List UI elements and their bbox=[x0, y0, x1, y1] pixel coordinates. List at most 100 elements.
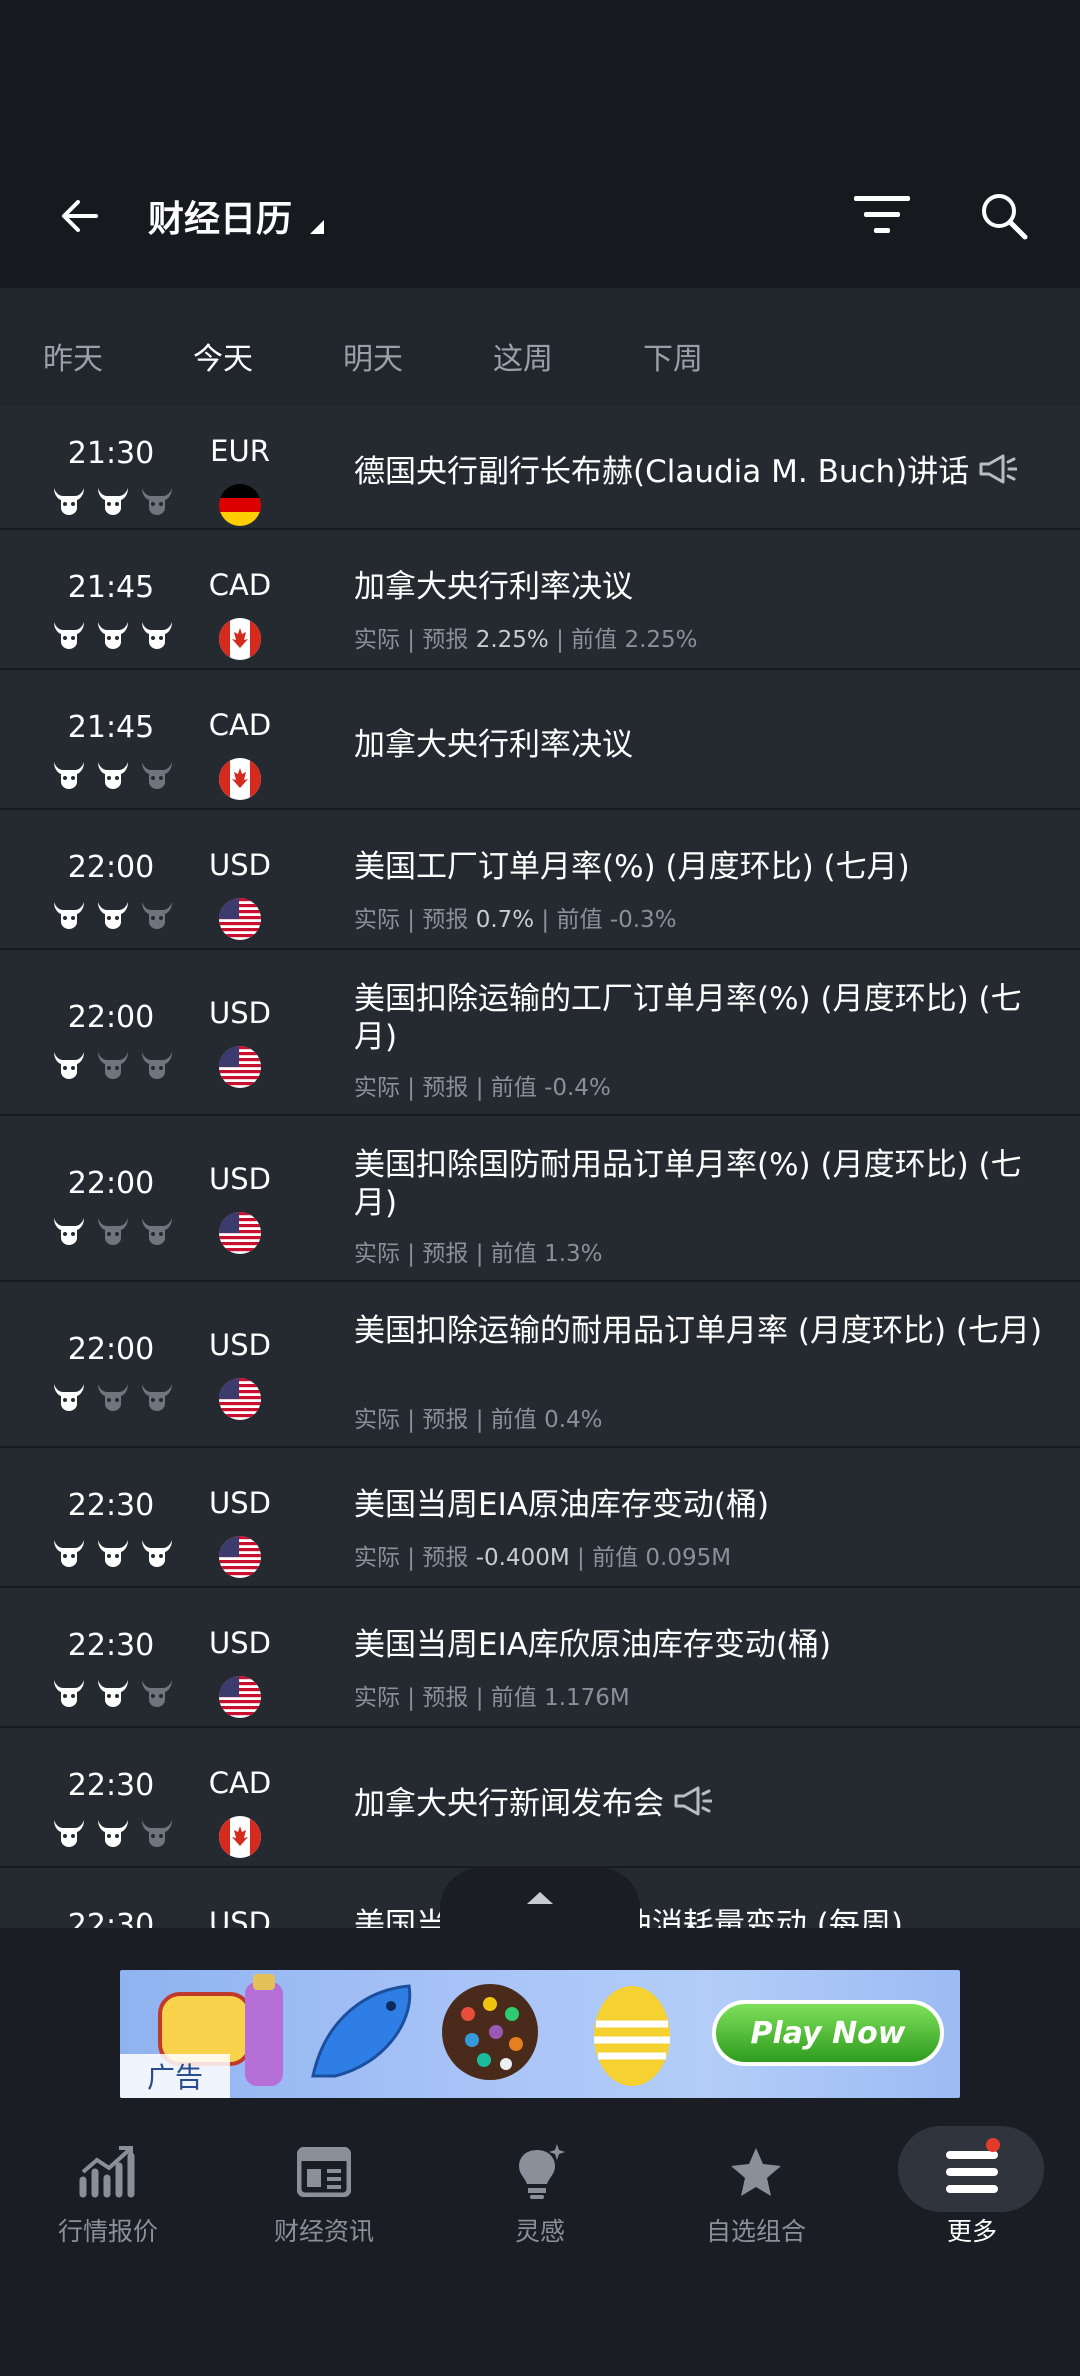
currency-code: CAD bbox=[208, 568, 272, 602]
bottom-nav: 行情报价 财经资讯 灵感 自选组合 更多 bbox=[0, 2120, 1080, 2376]
event-row[interactable]: 22:00 USD 美国扣除运输的耐用品订单月率 (月度环比) (七月) 实际 | 预… bbox=[0, 1282, 1080, 1448]
event-title: 美国当周EIA原油库存变动(桶) bbox=[354, 1486, 1044, 1524]
bull-icon bbox=[52, 900, 86, 930]
bull-icon bbox=[140, 1818, 174, 1848]
bull-icon bbox=[52, 1382, 86, 1412]
nav-label: 行情报价 bbox=[57, 2217, 158, 2246]
importance-rating bbox=[52, 1538, 182, 1570]
previous-label: 前值 bbox=[592, 1545, 639, 1571]
currency-code: USD bbox=[209, 1328, 271, 1362]
nav-news[interactable]: 财经资讯 bbox=[216, 2120, 432, 2260]
previous-value: -0.4% bbox=[544, 1075, 611, 1101]
nav-quotes[interactable]: 行情报价 bbox=[0, 2120, 216, 2260]
us-flag-icon bbox=[219, 1536, 261, 1578]
previous-value: 2.25% bbox=[624, 627, 698, 653]
bull-icon bbox=[96, 1818, 130, 1848]
importance-rating bbox=[52, 760, 182, 792]
bull-icon bbox=[140, 900, 174, 930]
event-list[interactable]: 21:30 EUR 德国央行副行长布赫(Claudia M. Buch)讲话 21:4… bbox=[0, 406, 1080, 1928]
event-title: 加拿大央行利率决议 bbox=[354, 726, 1044, 764]
event-title-text: 加拿大央行利率决议 bbox=[354, 569, 633, 605]
bull-icon bbox=[140, 1216, 174, 1246]
nav-more[interactable]: 更多 bbox=[864, 2120, 1080, 2260]
importance-rating bbox=[52, 1382, 182, 1414]
forecast-label: 预报 bbox=[422, 1407, 469, 1433]
page-title[interactable]: 财经日历 bbox=[148, 180, 325, 252]
event-title: 美国扣除国防耐用品订单月率(%) (月度环比) (七月) bbox=[354, 1146, 1044, 1222]
actual-label: 实际 bbox=[354, 1407, 400, 1433]
event-row[interactable]: 21:45 CAD 加拿大央行利率决议 实际 | 预报 2.25% | 前值 2.25… bbox=[0, 530, 1080, 670]
forecast-label: 预报 bbox=[422, 1545, 469, 1571]
ad-banner[interactable]: Play Now 广告 bbox=[120, 1970, 960, 2098]
bull-icon bbox=[96, 1538, 130, 1568]
bull-icon bbox=[96, 620, 130, 650]
event-title: 美国工厂订单月率(%) (月度环比) (七月) bbox=[354, 848, 1044, 886]
collapse-handle[interactable] bbox=[440, 1868, 640, 1928]
event-title: 德国央行副行长布赫(Claudia M. Buch)讲话 bbox=[354, 452, 1044, 495]
event-title-text: 加拿大央行新闻发布会 bbox=[354, 1786, 664, 1822]
forecast-label: 预报 bbox=[422, 627, 469, 653]
forecast-value: 0.7% bbox=[475, 907, 535, 933]
tab-this-week[interactable]: 这周 bbox=[493, 334, 553, 378]
currency-code: USD bbox=[209, 1906, 271, 1928]
actual-label: 实际 bbox=[354, 1241, 400, 1267]
event-row[interactable]: 22:30 CAD 加拿大央行新闻发布会 bbox=[0, 1728, 1080, 1868]
event-row[interactable]: 21:45 CAD 加拿大央行利率决议 bbox=[0, 670, 1080, 810]
filter-button[interactable] bbox=[846, 180, 918, 252]
nav-watchlist[interactable]: 自选组合 bbox=[648, 2120, 864, 2260]
bull-icon bbox=[96, 486, 130, 516]
importance-rating bbox=[52, 1818, 182, 1850]
tab-tomorrow[interactable]: 明天 bbox=[343, 334, 403, 378]
importance-rating bbox=[52, 620, 182, 652]
previous-value: 1.176M bbox=[544, 1685, 630, 1711]
event-row[interactable]: 22:30 USD 美国当周EIA原油库存变动(桶) 实际 | 预报 -0.400M … bbox=[0, 1448, 1080, 1588]
back-button[interactable] bbox=[44, 180, 116, 252]
search-button[interactable] bbox=[968, 180, 1040, 252]
bull-icon bbox=[96, 760, 130, 790]
actual-label: 实际 bbox=[354, 1545, 400, 1571]
event-row[interactable]: 21:30 EUR 德国央行副行长布赫(Claudia M. Buch)讲话 bbox=[0, 406, 1080, 530]
tab-today[interactable]: 今天 bbox=[193, 334, 253, 378]
star-icon bbox=[726, 2142, 786, 2202]
tab-next-week[interactable]: 下周 bbox=[643, 334, 703, 378]
event-title: 美国扣除运输的工厂订单月率(%) (月度环比) (七月) bbox=[354, 980, 1044, 1056]
event-row[interactable]: 22:00 USD 美国工厂订单月率(%) (月度环比) (七月) 实际 | 预报 0… bbox=[0, 810, 1080, 950]
play-now-button[interactable]: Play Now bbox=[712, 2000, 944, 2066]
actual-label: 实际 bbox=[354, 1075, 400, 1101]
currency-code: USD bbox=[209, 1626, 271, 1660]
tab-yesterday[interactable]: 昨天 bbox=[43, 334, 103, 378]
event-values: 实际 | 预报 -0.400M | 前值 0.095M bbox=[354, 1545, 732, 1571]
speaker-icon bbox=[672, 1784, 713, 1827]
previous-label: 前值 bbox=[490, 1075, 537, 1101]
previous-value: 1.3% bbox=[544, 1241, 603, 1267]
back-arrow-icon bbox=[62, 200, 98, 232]
importance-rating bbox=[52, 1216, 182, 1248]
event-row[interactable]: 22:00 USD 美国扣除国防耐用品订单月率(%) (月度环比) (七月) 实际 |… bbox=[0, 1116, 1080, 1282]
forecast-label: 预报 bbox=[422, 907, 469, 933]
ad-label: 广告 bbox=[120, 2054, 230, 2098]
previous-label: 前值 bbox=[571, 627, 618, 653]
us-flag-icon bbox=[219, 1676, 261, 1718]
bull-icon bbox=[52, 1818, 86, 1848]
bull-icon bbox=[140, 1538, 174, 1568]
nav-label: 财经资讯 bbox=[273, 2217, 374, 2246]
event-title: 加拿大央行新闻发布会 bbox=[354, 1784, 1044, 1827]
nav-inspiration[interactable]: 灵感 bbox=[432, 2120, 648, 2260]
previous-label: 前值 bbox=[556, 907, 603, 933]
event-row[interactable]: 22:00 USD 美国扣除运输的工厂订单月率(%) (月度环比) (七月) 实际 |… bbox=[0, 950, 1080, 1116]
importance-rating bbox=[52, 900, 182, 932]
bull-icon bbox=[140, 486, 174, 516]
event-title-text: 美国当周EIA原油库存变动(桶) bbox=[354, 1487, 770, 1523]
nav-label: 自选组合 bbox=[705, 2217, 806, 2246]
event-title-text: 美国当周EIA库欣原油库存变动(桶) bbox=[354, 1627, 832, 1663]
event-values: 实际 | 预报 | 前值 0.4% bbox=[354, 1407, 603, 1433]
previous-value: 0.4% bbox=[544, 1407, 603, 1433]
importance-rating bbox=[52, 486, 182, 518]
event-title: 美国扣除运输的耐用品订单月率 (月度环比) (七月) bbox=[354, 1312, 1044, 1350]
event-title: 加拿大央行利率决议 bbox=[354, 568, 1044, 606]
event-row[interactable]: 22:30 USD 美国当周EIA库欣原油库存变动(桶) 实际 | 预报 | 前值 1… bbox=[0, 1588, 1080, 1728]
event-values: 实际 | 预报 | 前值 1.3% bbox=[354, 1241, 603, 1267]
importance-rating bbox=[52, 1678, 182, 1710]
actual-label: 实际 bbox=[354, 1685, 400, 1711]
bull-icon bbox=[140, 1382, 174, 1412]
